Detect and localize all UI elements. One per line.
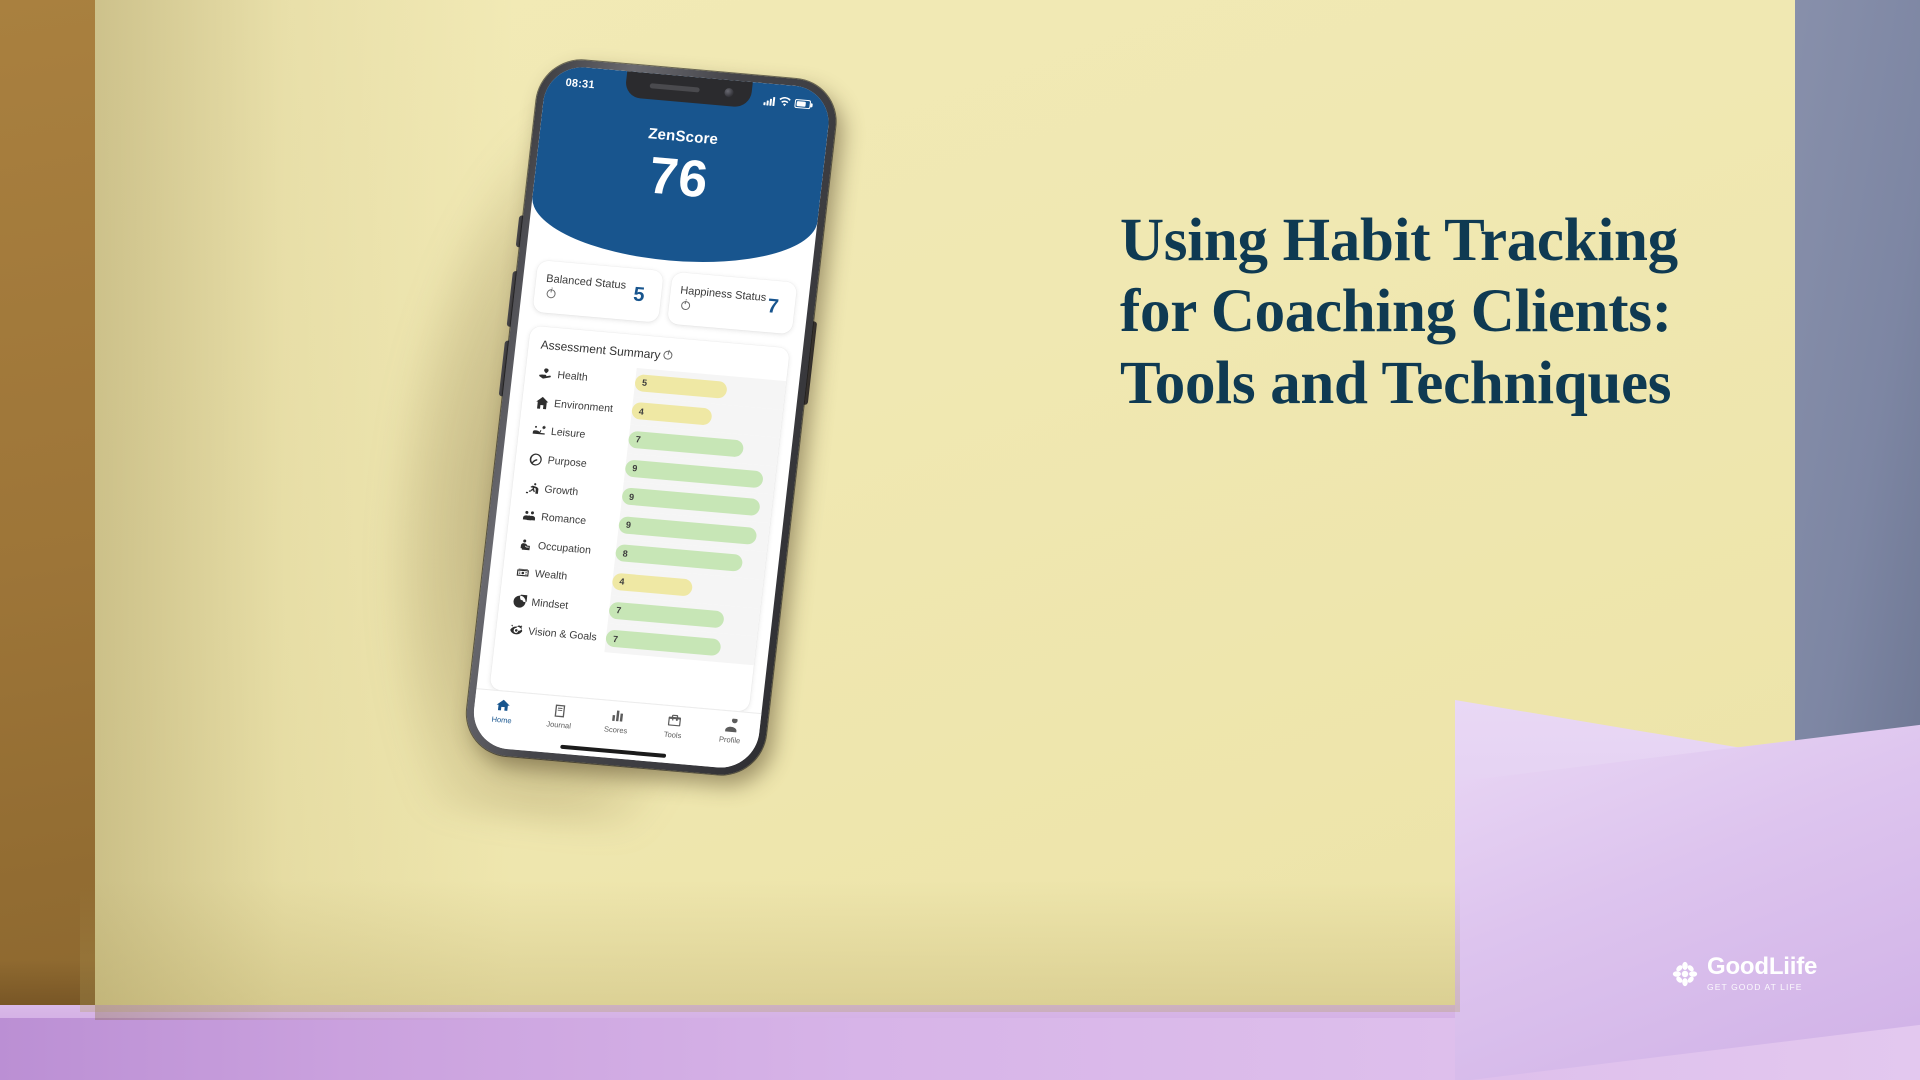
info-icon[interactable] — [546, 287, 557, 302]
wifi-icon — [779, 97, 791, 107]
brand-logo-text: GoodLiife GET GOOD AT LIFE — [1707, 953, 1818, 993]
assessment-row-value: 7 — [635, 434, 642, 446]
front-camera-icon — [724, 87, 735, 98]
happiness-status-label: Happiness Status — [678, 284, 769, 321]
status-card-row: Balanced Status 5 Happiness Status 7 — [519, 259, 810, 336]
assessment-row-value: 7 — [612, 633, 619, 644]
balanced-status-card[interactable]: Balanced Status 5 — [532, 260, 664, 323]
toolbox-icon — [667, 714, 681, 727]
happiness-status-value: 7 — [766, 294, 780, 318]
phone-mockup: 08:31 ZenScore 76 Balanced Statusi 5 Hap… — [429, 44, 931, 816]
assessment-row-value: 4 — [618, 576, 626, 588]
assessment-row-value: 8 — [622, 548, 629, 559]
assessment-row-label: Environment — [553, 397, 614, 415]
eye-target-icon — [507, 622, 524, 638]
assessment-row-value: 9 — [628, 491, 635, 502]
relax-chair-icon — [530, 423, 547, 439]
assessment-row-value: 9 — [631, 463, 638, 474]
background-left-wall — [0, 0, 95, 1020]
info-icon[interactable] — [663, 348, 674, 363]
couple-heart-icon — [520, 508, 537, 524]
earpiece-speaker-icon — [649, 83, 700, 93]
nav-item-label: Tools — [663, 729, 682, 741]
poster-canvas: 08:31 ZenScore 76 Balanced Statusi 5 Hap… — [0, 0, 1920, 1080]
balanced-status-label-text: Balanced Status — [545, 273, 627, 293]
flower-icon — [1672, 961, 1698, 987]
book-icon — [554, 704, 566, 718]
nav-item-profile[interactable]: Profile — [701, 716, 761, 747]
assessment-row-list: Health 5 Environment 4 Leisure 7 Purpose 9 Growt… — [495, 358, 787, 666]
stairs-person-icon — [524, 480, 541, 496]
brand-logo: GoodLiife GET GOOD AT LIFE — [1672, 955, 1817, 992]
worker-icon — [517, 537, 534, 553]
assessment-row-label: Growth — [543, 483, 579, 498]
assessment-row-value: 9 — [625, 519, 632, 531]
page-title: Using Habit Tracking for Coaching Client… — [1120, 207, 1678, 417]
assessment-row-label: Vision & Goals — [527, 625, 598, 644]
assessment-row-label: Wealth — [534, 568, 568, 584]
nav-item-label: Journal — [545, 719, 572, 731]
person-icon — [724, 717, 738, 733]
assessment-row-label: Romance — [540, 511, 587, 528]
hand-heart-icon — [537, 366, 554, 382]
assessment-row-label: Purpose — [547, 454, 588, 471]
nav-item-tools[interactable]: Tools — [644, 711, 704, 742]
assessment-row-label: Mindset — [530, 596, 569, 612]
home-icon — [496, 699, 510, 711]
phone-screen: 08:31 ZenScore 76 Balanced Statusi 5 Hap… — [469, 64, 833, 771]
happiness-status-label-text: Happiness Status — [679, 284, 767, 305]
assessment-row-label: Health — [556, 369, 589, 385]
info-icon[interactable] — [680, 299, 691, 314]
nav-item-label: Scores — [603, 724, 628, 736]
hand-leaf-icon — [527, 451, 544, 467]
money-icon — [514, 565, 531, 581]
brain-head-icon — [511, 594, 528, 610]
balanced-status-value: 5 — [632, 283, 646, 306]
assessment-row-value: 7 — [615, 605, 622, 616]
assessment-row-label: Leisure — [550, 426, 586, 442]
happiness-status-card[interactable]: Happiness Status 7 — [666, 271, 798, 335]
nav-item-journal[interactable]: Journal — [530, 701, 590, 732]
balanced-status-label: Balanced Status — [544, 272, 635, 309]
battery-icon — [794, 98, 812, 109]
nav-item-scores[interactable]: Scores — [587, 706, 647, 737]
status-bar-indicators — [763, 95, 812, 109]
signal-bars-icon — [763, 96, 776, 106]
nav-item-home[interactable]: Home — [473, 696, 533, 727]
brand-name: GoodLiife — [1707, 953, 1818, 980]
background-right-panel — [1790, 0, 1920, 790]
background-purple-surface — [1455, 724, 1920, 1080]
status-bar-time: 08:31 — [564, 76, 596, 92]
assessment-summary-panel: Assessment Summary Health 5 Environment 4 Le… — [489, 325, 790, 712]
brand-tagline: GET GOOD AT LIFE — [1707, 982, 1803, 992]
chart-icon — [611, 710, 623, 722]
nav-item-label: Home — [491, 714, 513, 726]
house-icon — [533, 395, 550, 411]
assessment-row-value: 5 — [641, 377, 648, 389]
assessment-summary-title-text: Assessment Summary — [539, 337, 662, 362]
assessment-row-value: 4 — [638, 406, 645, 417]
assessment-row-label: Occupation — [537, 539, 592, 557]
phone-body: 08:31 ZenScore 76 Balanced Statusi 5 Hap… — [462, 56, 841, 779]
nav-item-label: Profile — [718, 734, 741, 746]
